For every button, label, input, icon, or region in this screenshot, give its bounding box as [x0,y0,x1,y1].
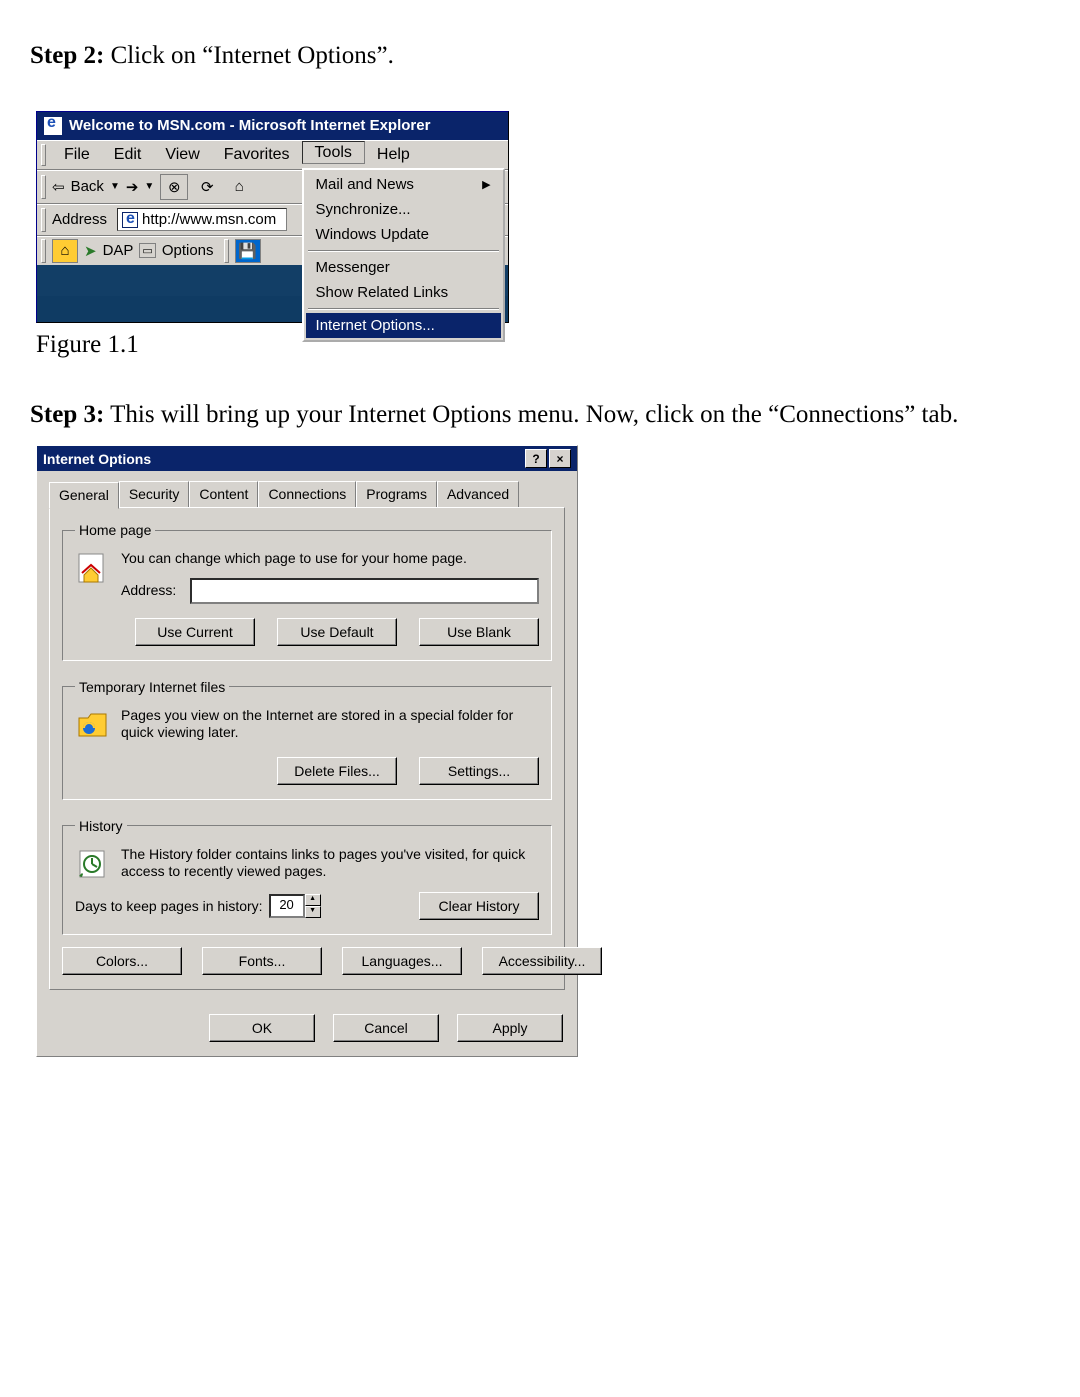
temp-settings-button[interactable]: Settings... [419,757,539,785]
home-page-group: Home page You can change which page to u… [62,522,552,661]
dialog-close-button[interactable]: × [549,449,571,468]
spin-down-icon[interactable]: ▼ [305,906,321,918]
home-icon[interactable]: ⌂ [226,175,252,199]
ie-logo-icon [43,116,63,136]
options-label[interactable]: Options [162,242,214,259]
history-group: History The History folder contains link… [62,818,552,935]
fonts-button[interactable]: Fonts... [202,947,322,975]
save-icon[interactable]: 💾 [235,239,261,263]
tools-show-related-links[interactable]: Show Related Links [306,280,501,305]
dialog-body: General Security Content Connections Pro… [37,471,577,1002]
home-page-desc: You can change which page to use for you… [121,550,539,568]
step2-label: Step 2: [30,42,104,69]
toolbar-grip-icon [41,175,46,199]
accessibility-button[interactable]: Accessibility... [482,947,602,975]
dap-arrow-icon: ➤ [84,242,97,260]
ie-menubar: File Edit View Favorites Tools Mail and … [37,140,508,170]
clear-history-button[interactable]: Clear History [419,892,539,920]
tools-dropdown: Mail and News ▶ Synchronize... Windows U… [302,168,505,342]
history-days-label: Days to keep pages in history: [75,898,263,914]
tools-windows-update[interactable]: Windows Update [306,222,501,247]
languages-button[interactable]: Languages... [342,947,462,975]
menu-view[interactable]: View [153,144,211,166]
ie-window: Welcome to MSN.com - Microsoft Internet … [36,111,509,323]
ie-title-text: Welcome to MSN.com - Microsoft Internet … [69,117,430,134]
address-label: Address [52,211,111,228]
page-icon [122,212,138,228]
use-default-button[interactable]: Use Default [277,618,397,646]
use-current-button[interactable]: Use Current [135,618,255,646]
toolbar-grip-icon [41,239,46,263]
tab-general[interactable]: General [49,482,119,509]
tab-programs[interactable]: Programs [356,481,437,508]
tools-mail-and-news[interactable]: Mail and News ▶ [306,172,501,197]
dialog-tabs: General Security Content Connections Pro… [49,481,565,508]
address-input[interactable]: http://www.msn.com [117,208,287,231]
history-legend: History [75,818,127,834]
tab-connections[interactable]: Connections [258,481,356,508]
colors-button[interactable]: Colors... [62,947,182,975]
step3-label: Step 3: [30,401,104,428]
back-button[interactable]: Back [71,178,104,195]
menu-edit[interactable]: Edit [102,144,154,166]
stop-icon[interactable]: ⊗ [160,174,188,200]
temp-files-group: Temporary Internet files Pages you view … [62,679,552,800]
internet-options-dialog: Internet Options ? × General Security Co… [36,445,578,1057]
ie-titlebar: Welcome to MSN.com - Microsoft Internet … [37,112,508,140]
temp-files-icon [75,707,111,743]
step2-text: Click on “Internet Options”. [104,42,394,69]
menu-tools[interactable]: Tools [302,141,365,164]
tools-internet-options[interactable]: Internet Options... [306,313,501,338]
step3-text: This will bring up your Internet Options… [104,401,958,428]
options-icon[interactable]: ▭ [139,243,155,258]
temp-files-legend: Temporary Internet files [75,679,229,695]
history-days-input[interactable]: 20 [269,894,305,918]
menu-help[interactable]: Help [365,144,422,166]
tab-advanced[interactable]: Advanced [437,481,519,508]
use-blank-button[interactable]: Use Blank [419,618,539,646]
address-value: http://www.msn.com [142,211,276,228]
ok-button[interactable]: OK [209,1014,315,1042]
forward-arrow-icon[interactable]: ➔ [126,178,139,196]
home-address-input[interactable] [190,578,539,604]
back-arrow-icon[interactable]: ⇦ [52,178,65,196]
dialog-footer: OK Cancel Apply [37,1002,577,1056]
refresh-icon[interactable]: ⟳ [194,175,220,199]
delete-files-button[interactable]: Delete Files... [277,757,397,785]
figure-1-1-caption: Figure 1.1 [36,331,1050,359]
dialog-titlebar: Internet Options ? × [37,446,577,471]
tools-synchronize[interactable]: Synchronize... [306,197,501,222]
dialog-title: Internet Options [43,451,151,467]
cancel-button[interactable]: Cancel [333,1014,439,1042]
tab-page-general: Home page You can change which page to u… [49,507,565,990]
step2-paragraph: Step 2: Click on “Internet Options”. [30,40,1050,73]
dap-home-icon[interactable]: ⌂ [52,239,78,263]
apply-button[interactable]: Apply [457,1014,563,1042]
temp-files-desc: Pages you view on the Internet are store… [121,707,539,742]
home-page-icon [75,550,111,586]
dialog-help-button[interactable]: ? [525,449,547,468]
submenu-arrow-icon: ▶ [482,178,490,191]
forward-dropdown-icon[interactable]: ▼ [144,181,154,192]
dap-label[interactable]: DAP [103,242,134,259]
tools-messenger[interactable]: Messenger [306,255,501,280]
menu-favorites[interactable]: Favorites [212,144,302,166]
back-dropdown-icon[interactable]: ▼ [110,181,120,192]
step3-paragraph: Step 3: This will bring up your Internet… [30,399,1050,432]
history-desc: The History folder contains links to pag… [121,846,539,881]
toolbar-grip-icon [224,239,229,263]
appearance-buttons-row: Colors... Fonts... Languages... Accessib… [62,947,552,975]
menubar-grip-icon [41,144,46,166]
tab-security[interactable]: Security [119,481,190,508]
history-icon [75,846,111,882]
tab-content[interactable]: Content [189,481,258,508]
spin-up-icon[interactable]: ▲ [305,894,321,906]
home-address-label: Address: [121,582,176,600]
home-page-legend: Home page [75,522,155,538]
toolbar-grip-icon [41,208,46,232]
menu-separator [308,250,499,252]
menu-file[interactable]: File [52,144,102,166]
menu-separator [308,308,499,310]
